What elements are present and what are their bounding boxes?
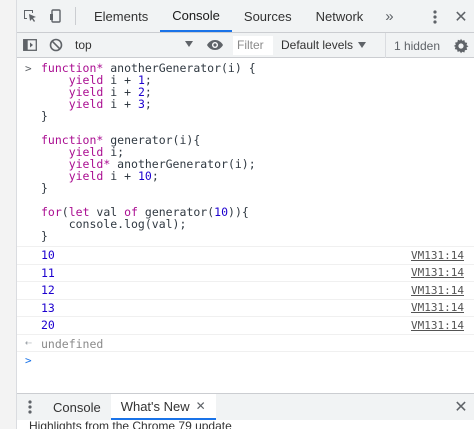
source-link[interactable]: VM131:14 bbox=[411, 266, 464, 279]
code-line: console.log(val); bbox=[41, 217, 187, 231]
code-block: function* anotherGenerator(i) { yield i … bbox=[41, 62, 474, 242]
console-prompt[interactable]: > bbox=[17, 352, 474, 369]
drawer-kebab-menu-icon[interactable] bbox=[17, 394, 43, 420]
result-arrow-icon: ⇠ bbox=[25, 335, 32, 349]
result-value: undefined bbox=[41, 336, 104, 351]
log-output-list: 10 VM131:14 11 VM131:14 12 VM131:14 13 VM131:14… bbox=[17, 247, 474, 335]
whats-new-highlight-text: Highlights from the Chrome 79 update bbox=[17, 420, 474, 429]
drawer-tab-bar: Console What's New ✕ ✕ bbox=[17, 394, 474, 420]
context-value: top bbox=[75, 38, 92, 52]
inspect-element-icon[interactable] bbox=[17, 0, 43, 32]
console-messages[interactable]: > function* anotherGenerator(i) { yield … bbox=[17, 59, 474, 393]
drawer-tab-whats-new[interactable]: What's New ✕ bbox=[110, 394, 216, 420]
tab-console[interactable]: Console bbox=[160, 0, 232, 32]
tab-sources[interactable]: Sources bbox=[232, 0, 304, 32]
more-tabs-button[interactable]: » bbox=[375, 0, 403, 32]
device-toolbar-icon[interactable] bbox=[43, 0, 69, 32]
log-levels-dropdown[interactable]: Default levels bbox=[273, 38, 367, 52]
chevron-down-icon bbox=[185, 40, 193, 47]
filter-input[interactable]: Filter bbox=[233, 35, 273, 55]
context-selector[interactable]: top bbox=[69, 33, 199, 58]
console-input-echo: > function* anotherGenerator(i) { yield … bbox=[17, 59, 474, 247]
log-message-row: 13 VM131:14 bbox=[17, 300, 474, 317]
console-settings-gear-icon[interactable] bbox=[448, 33, 474, 58]
chevron-right-icon: > bbox=[25, 353, 32, 367]
log-message-row: 12 VM131:14 bbox=[17, 282, 474, 300]
log-levels-label: Default levels bbox=[281, 38, 354, 52]
drawer-tab-console[interactable]: Console bbox=[43, 394, 111, 420]
toolbar-divider bbox=[75, 7, 76, 25]
close-tab-icon[interactable]: ✕ bbox=[196, 399, 206, 413]
source-link[interactable]: VM131:14 bbox=[411, 249, 464, 262]
chevron-right-icon: > bbox=[25, 62, 32, 75]
source-link[interactable]: VM131:14 bbox=[411, 301, 464, 314]
show-sidebar-icon[interactable] bbox=[17, 33, 43, 58]
close-devtools-button[interactable]: ✕ bbox=[448, 7, 474, 27]
tab-bar-right: ✕ bbox=[409, 0, 474, 33]
log-value: 10 bbox=[41, 248, 55, 263]
drawer: Console What's New ✕ ✕ Highlights from t… bbox=[17, 393, 474, 429]
code-line: } bbox=[41, 229, 48, 243]
code-line: } bbox=[41, 109, 48, 123]
clear-console-icon[interactable] bbox=[43, 33, 69, 58]
window-left-edge bbox=[0, 0, 17, 429]
tab-elements[interactable]: Elements bbox=[82, 0, 160, 32]
devtools-tab-bar: Elements Console Sources Network » ✕ bbox=[17, 0, 474, 33]
kebab-menu-icon[interactable] bbox=[422, 9, 448, 24]
log-value: 11 bbox=[41, 265, 55, 280]
code-line: yield i + 3; bbox=[68, 97, 152, 111]
devtools-panel: Elements Console Sources Network » ✕ top… bbox=[17, 0, 474, 429]
log-message-row: 10 VM131:14 bbox=[17, 247, 474, 265]
evaluation-result: ⇠ undefined bbox=[17, 335, 474, 352]
source-link[interactable]: VM131:14 bbox=[411, 284, 464, 297]
hidden-messages-count: 1 hidden bbox=[384, 33, 448, 58]
drawer-tab-label: What's New bbox=[120, 398, 190, 414]
tab-network[interactable]: Network bbox=[304, 0, 376, 32]
log-value: 13 bbox=[41, 300, 55, 315]
console-toolbar: top Filter Default levels 1 hidden bbox=[17, 33, 474, 58]
close-drawer-button[interactable]: ✕ bbox=[448, 394, 474, 420]
source-link[interactable]: VM131:14 bbox=[411, 319, 464, 332]
log-value: 20 bbox=[41, 318, 55, 333]
live-expression-eye-icon[interactable] bbox=[199, 39, 231, 51]
log-value: 12 bbox=[41, 283, 55, 298]
code-line: yield i + 10; bbox=[68, 169, 159, 183]
log-message-row: 20 VM131:14 bbox=[17, 317, 474, 335]
log-message-row: 11 VM131:14 bbox=[17, 265, 474, 282]
chevron-down-icon bbox=[358, 42, 367, 48]
code-line: } bbox=[41, 181, 48, 195]
